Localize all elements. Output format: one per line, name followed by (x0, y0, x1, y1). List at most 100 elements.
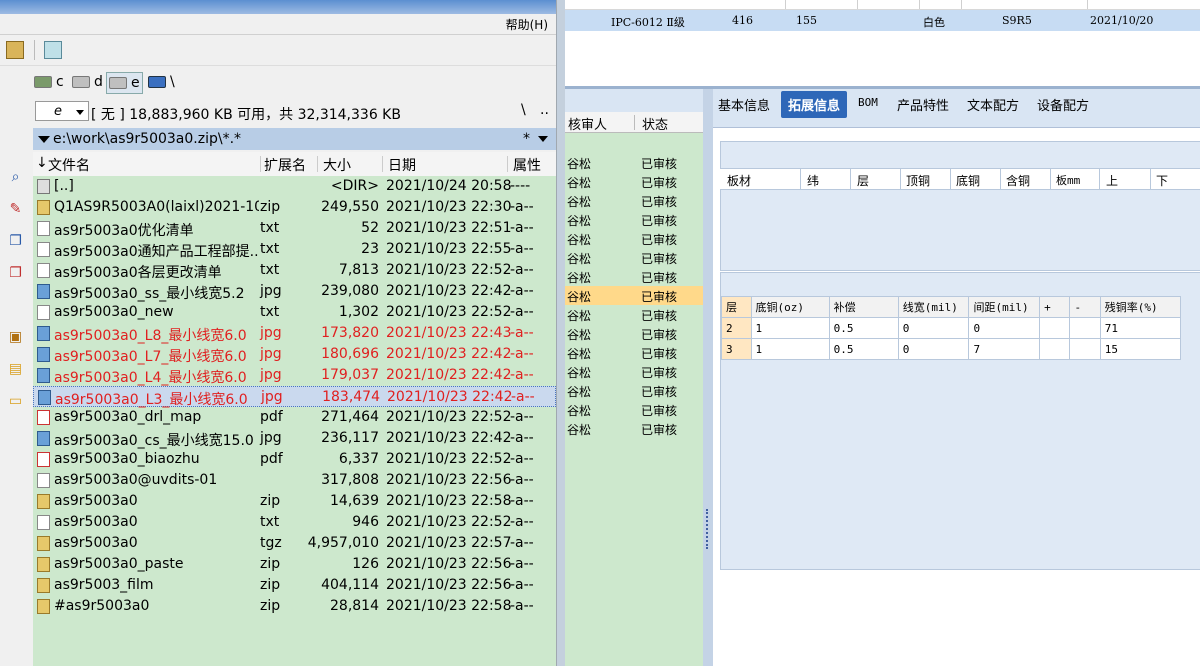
drive-c-button[interactable]: c (34, 72, 64, 92)
file-row[interactable]: #as9r5003a0 zip 28,814 2021/10/23 22:58 -a-- (33, 596, 556, 617)
root-button[interactable]: \ (521, 102, 526, 118)
review-row[interactable]: 谷松 已审核 (565, 419, 703, 438)
table-cell[interactable]: 0 (968, 317, 1041, 339)
review-row[interactable]: 谷松 已审核 (565, 229, 703, 248)
file-row[interactable]: as9r5003a0_ss_最小线宽5.2 jpg 239,080 2021/10/2… (33, 281, 556, 302)
file-row[interactable]: [..] <DIR> 2021/10/24 20:58 ---- (33, 176, 556, 197)
file-row[interactable]: as9r5003a0_cs_最小线宽15.0 jpg 236,117 2021/10/… (33, 428, 556, 449)
new-folder-icon[interactable]: ▤ (8, 362, 23, 377)
pack-icon[interactable] (6, 41, 24, 59)
network-drive-button[interactable]: \ (148, 72, 175, 92)
file-row[interactable]: as9r5003a0 tgz 4,957,010 2021/10/23 22:57 -a… (33, 533, 556, 554)
drive-d-button[interactable]: d (72, 72, 103, 92)
column-date[interactable]: 日期 (388, 155, 416, 175)
column-attr[interactable]: 属性 (513, 155, 541, 175)
file-row[interactable]: as9r5003a0 txt 946 2021/10/23 22:52 -a-- (33, 512, 556, 533)
table-cell[interactable]: 0 (897, 338, 970, 360)
selected-order-row[interactable]: IPC-6012 Ⅱ级 416 155 白色 S9R5 2021/10/20 (565, 10, 1200, 31)
table-cell[interactable]: 0 (897, 317, 970, 339)
review-row[interactable]: 谷松 已审核 (565, 343, 703, 362)
tab-product-features[interactable]: 产品特性 (897, 95, 949, 114)
file-row[interactable]: as9r5003a0 zip 14,639 2021/10/23 22:58 -a-- (33, 491, 556, 512)
review-row[interactable]: 谷松 已审核 (565, 362, 703, 381)
menu-help[interactable]: 帮助(H) (506, 16, 548, 33)
file-row[interactable]: as9r5003a0_L4_最小线宽6.0 jpg 179,037 2021/10/2… (33, 365, 556, 386)
file-date: 2021/10/23 22:52 (386, 514, 512, 530)
vertical-splitter[interactable] (703, 89, 713, 666)
review-row[interactable]: 谷松 已审核 (565, 172, 703, 191)
review-row[interactable]: 谷松 已审核 (565, 191, 703, 210)
file-row[interactable]: as9r5003a0_drl_map pdf 271,464 2021/10/23 2… (33, 407, 556, 428)
file-attr: -a-- (511, 389, 535, 405)
table-cell[interactable] (1069, 338, 1101, 360)
column-ext[interactable]: 扩展名 (264, 155, 306, 175)
table-cell[interactable]: 15 (1099, 338, 1182, 360)
table-cell[interactable]: 1 (750, 317, 830, 339)
file-row[interactable]: Q1AS9R5003A0(laixl)2021-10.. zip 249,550 20… (33, 197, 556, 218)
review-row[interactable]: 谷松 已审核 (565, 286, 703, 305)
review-row[interactable]: 谷松 已审核 (565, 324, 703, 343)
tab-equipment-recipe[interactable]: 设备配方 (1037, 95, 1089, 114)
file-attr: -a-- (510, 514, 534, 530)
tab-basic-info[interactable]: 基本信息 (718, 95, 770, 114)
column-reviewer[interactable]: 核审人 (568, 114, 607, 133)
table-cell[interactable]: 71 (1099, 317, 1182, 339)
file-row[interactable]: as9r5003a0_L3_最小线宽6.0 jpg 183,474 2021/10/2… (33, 386, 556, 408)
table-cell[interactable]: 0.5 (828, 317, 899, 339)
file-row[interactable]: as9r5003a0通知产品工程部提.. txt 23 2021/10/23 22:5… (33, 239, 556, 260)
notepad-icon[interactable] (44, 41, 62, 59)
table-cell[interactable]: 0.5 (828, 338, 899, 360)
history-dropdown-icon[interactable] (38, 136, 50, 143)
file-date: 2021/10/23 22:56 (386, 577, 512, 593)
column-divider (317, 156, 318, 172)
file-row[interactable]: as9r5003a0_biaozhu pdf 6,337 2021/10/23 22:… (33, 449, 556, 470)
file-row[interactable]: as9r5003a0_L7_最小线宽6.0 jpg 180,696 2021/10/2… (33, 344, 556, 365)
review-status: 已审核 (641, 328, 678, 342)
tab-text-recipe[interactable]: 文本配方 (967, 95, 1019, 114)
table-cell[interactable] (1039, 338, 1071, 360)
move-icon[interactable]: ❐ (8, 266, 23, 281)
file-row[interactable]: as9r5003a0_L8_最小线宽6.0 jpg 173,820 2021/10/2… (33, 323, 556, 344)
table-cell[interactable]: 2 (721, 317, 752, 339)
review-row[interactable]: 谷松 已审核 (565, 305, 703, 324)
file-row[interactable]: as9r5003a0各层更改清单 txt 7,813 2021/10/23 22:52… (33, 260, 556, 281)
file-row[interactable]: as9r5003a0@uvdits-01 317,808 2021/10/23 22… (33, 470, 556, 491)
copy-icon[interactable]: ❐ (8, 234, 23, 249)
view-icon[interactable]: ⌕ (8, 170, 23, 185)
filter-button[interactable]: * (523, 131, 530, 147)
table-cell[interactable] (1039, 317, 1071, 339)
path-bar[interactable]: e:\work\as9r5003a0.zip\*.* * (33, 128, 556, 150)
file-row[interactable]: as9r5003_film zip 404,114 2021/10/23 22:56-… (33, 575, 556, 596)
table-row[interactable]: 3 1 0.5 0 7 15 (721, 338, 1182, 360)
column-header: 板材 (727, 174, 752, 188)
table-cell[interactable] (1069, 317, 1101, 339)
table-cell[interactable]: 3 (721, 338, 752, 360)
parent-button[interactable]: .. (540, 102, 549, 118)
column-name[interactable]: 文件名 (48, 155, 90, 175)
column-size[interactable]: 大小 (323, 155, 351, 175)
review-row[interactable]: 谷松 已审核 (565, 381, 703, 400)
review-row[interactable]: 谷松 已审核 (565, 267, 703, 286)
column-status[interactable]: 状态 (642, 114, 668, 133)
drive-e-button[interactable]: e (106, 72, 143, 94)
file-row[interactable]: as9r5003a0_new txt 1,302 2021/10/23 22:52 -a… (33, 302, 556, 323)
review-row[interactable]: 谷松 已审核 (565, 248, 703, 267)
pack-files-icon[interactable]: ▣ (8, 330, 23, 345)
review-row[interactable]: 谷松 已审核 (565, 210, 703, 229)
folder-icon[interactable]: ▭ (8, 394, 23, 409)
tab-extended-info[interactable]: 拓展信息 (781, 91, 848, 118)
drive-select[interactable]: e (35, 101, 89, 121)
column-header: 下 (1156, 174, 1169, 188)
delete-icon[interactable]: ✎ (8, 202, 23, 217)
file-date: 2021/10/23 22:42 (386, 367, 512, 383)
review-row[interactable]: 谷松 已审核 (565, 153, 703, 172)
panel-splitter[interactable] (556, 0, 565, 666)
chevron-down-icon[interactable] (538, 136, 548, 142)
tab-bom[interactable]: BOM (858, 96, 878, 109)
review-row[interactable]: 谷松 已审核 (565, 400, 703, 419)
table-cell[interactable]: 7 (968, 338, 1041, 360)
table-row[interactable]: 2 1 0.5 0 0 71 (721, 317, 1182, 339)
table-cell[interactable]: 1 (750, 338, 830, 360)
file-row[interactable]: as9r5003a0优化清单 txt 52 2021/10/23 22:51 -a-- (33, 218, 556, 239)
file-row[interactable]: as9r5003a0_paste zip 126 2021/10/23 22:56 -a… (33, 554, 556, 575)
